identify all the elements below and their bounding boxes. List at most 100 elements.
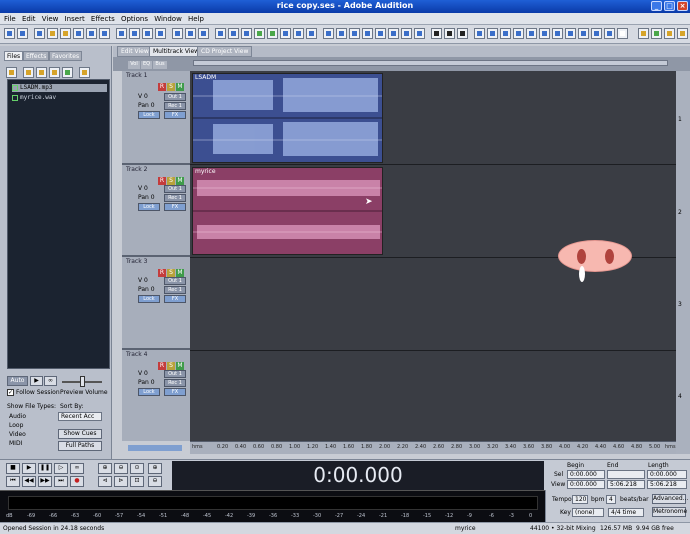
- auto-play-button[interactable]: Auto: [7, 376, 28, 386]
- time-ruler[interactable]: hms 0.20 0.40 0.60 0.80 1.00 1.20 1.40 1…: [190, 441, 676, 454]
- tab-edit-view[interactable]: Edit View: [117, 46, 153, 57]
- beats-field[interactable]: 4: [606, 495, 616, 504]
- tab-bus[interactable]: Bus: [153, 61, 167, 69]
- show-cues-button[interactable]: Show Cues: [58, 429, 102, 439]
- fx-button[interactable]: FX: [164, 203, 186, 211]
- toolbar-tool-icon[interactable]: [34, 28, 45, 39]
- list-item[interactable]: LSADM.mp3: [12, 84, 107, 92]
- mute-button[interactable]: M: [176, 362, 184, 370]
- solo-button[interactable]: S: [167, 269, 175, 277]
- go-to-start-button[interactable]: ⏮: [6, 476, 20, 487]
- insert-icon[interactable]: [49, 67, 60, 78]
- toolbar-tool-icon[interactable]: [267, 28, 278, 39]
- record-input-button[interactable]: Rec 1: [164, 286, 186, 294]
- record-arm-button[interactable]: R: [158, 177, 166, 185]
- toolbar-tool-icon[interactable]: [500, 28, 511, 39]
- fx-button[interactable]: FX: [164, 295, 186, 303]
- play-preview-button[interactable]: ▶: [30, 376, 43, 386]
- toolbar-tool-icon[interactable]: [73, 28, 84, 39]
- mute-button[interactable]: M: [176, 269, 184, 277]
- menu-insert[interactable]: Insert: [65, 15, 85, 23]
- tab-vol[interactable]: Vol: [128, 61, 140, 69]
- metronome-button[interactable]: Metronome: [652, 507, 687, 517]
- toolbar-tool-icon[interactable]: [651, 28, 662, 39]
- toolbar-tool-icon[interactable]: [638, 28, 649, 39]
- toolbar-tool-icon[interactable]: [198, 28, 209, 39]
- zoom-full-icon[interactable]: ⊙: [130, 463, 144, 474]
- menu-file[interactable]: File: [4, 15, 16, 23]
- pan-control[interactable]: Pan 0: [138, 379, 155, 386]
- toolbar-tool-icon[interactable]: [323, 28, 334, 39]
- open-file-icon[interactable]: [6, 67, 17, 78]
- play-from-cursor-button[interactable]: ▷: [54, 463, 68, 474]
- preview-volume-thumb[interactable]: [80, 376, 85, 387]
- zoom-in-vertical-icon[interactable]: ⊕: [148, 463, 162, 474]
- filetype-midi[interactable]: MIDI: [9, 440, 22, 447]
- toolbar-tool-icon[interactable]: [487, 28, 498, 39]
- tab-effects[interactable]: Effects: [23, 51, 50, 61]
- menu-edit[interactable]: Edit: [22, 15, 36, 23]
- toolbar-tool-icon[interactable]: [591, 28, 602, 39]
- toolbar-tool-icon[interactable]: [254, 28, 265, 39]
- tempo-field[interactable]: 120: [572, 495, 588, 504]
- toolbar-tool-icon[interactable]: [388, 28, 399, 39]
- toolbar-tool-icon[interactable]: [565, 28, 576, 39]
- edit-file-icon[interactable]: [62, 67, 73, 78]
- close-file-icon[interactable]: [36, 67, 47, 78]
- sort-by-select[interactable]: Recent Acc: [58, 412, 102, 421]
- zoom-selection-icon[interactable]: ⊡: [130, 476, 144, 487]
- loop-button[interactable]: ∞: [70, 463, 84, 474]
- loop-preview-button[interactable]: ∞: [44, 376, 57, 386]
- toolbar-tool-icon[interactable]: [414, 28, 425, 39]
- toolbar-tool-icon[interactable]: [552, 28, 563, 39]
- play-button[interactable]: ▶: [22, 463, 36, 474]
- solo-button[interactable]: S: [167, 177, 175, 185]
- go-to-end-button[interactable]: ⏭: [54, 476, 68, 487]
- pan-control[interactable]: Pan 0: [138, 102, 155, 109]
- lock-button[interactable]: Lock: [138, 111, 160, 119]
- tab-favorites[interactable]: Favorites: [49, 51, 83, 61]
- toolbar-tool-icon[interactable]: [215, 28, 226, 39]
- sel-begin-field[interactable]: 0:00.000: [567, 470, 605, 479]
- toolbar-tool-icon[interactable]: [474, 28, 485, 39]
- sel-length-field[interactable]: 0:00.000: [647, 470, 687, 479]
- toolbar-tool-icon[interactable]: [306, 28, 317, 39]
- track-header[interactable]: Track 3 R S M V 0 Out 1 Pan 0 Rec 1 Lock FX: [122, 257, 190, 350]
- output-button[interactable]: Out 1: [164, 370, 186, 378]
- toolbar-tool-icon[interactable]: [17, 28, 28, 39]
- record-input-button[interactable]: Rec 1: [164, 102, 186, 110]
- track-header[interactable]: Track 4 R S M V 0 Out 1 Pan 0 Rec 1 Lock FX: [122, 350, 190, 441]
- toolbar-tool-icon[interactable]: [241, 28, 252, 39]
- toolbar-tool-icon[interactable]: [129, 28, 140, 39]
- toolbar-tool-icon[interactable]: [228, 28, 239, 39]
- output-button[interactable]: Out 1: [164, 93, 186, 101]
- mute-button[interactable]: M: [176, 177, 184, 185]
- toolbar-tool-icon[interactable]: [578, 28, 589, 39]
- lock-button[interactable]: Lock: [138, 388, 160, 396]
- sel-end-field[interactable]: [607, 470, 645, 479]
- toolbar-tool-icon[interactable]: [444, 28, 455, 39]
- toolbar-tool-icon[interactable]: [457, 28, 468, 39]
- volume-control[interactable]: V 0: [138, 277, 148, 284]
- toolbar-tool-icon[interactable]: [172, 28, 183, 39]
- toolbar-tool-icon[interactable]: [336, 28, 347, 39]
- header-scrollbar[interactable]: [128, 445, 182, 451]
- filetype-loop[interactable]: Loop: [9, 422, 23, 429]
- fast-forward-button[interactable]: ▶▶: [38, 476, 52, 487]
- record-input-button[interactable]: Rec 1: [164, 379, 186, 387]
- audio-clip-myrice[interactable]: myrice: [192, 167, 383, 255]
- follow-session-checkbox[interactable]: ✓: [7, 389, 14, 396]
- volume-control[interactable]: V 0: [138, 93, 148, 100]
- rewind-button[interactable]: ◀◀: [22, 476, 36, 487]
- volume-control[interactable]: V 0: [138, 370, 148, 377]
- zoom-left-icon[interactable]: ⊲: [98, 476, 112, 487]
- tab-eq[interactable]: EQ: [141, 61, 152, 69]
- toolbar-tool-icon[interactable]: [4, 28, 15, 39]
- toolbar-tool-icon[interactable]: [155, 28, 166, 39]
- output-button[interactable]: Out 1: [164, 185, 186, 193]
- toolbar-tool-icon[interactable]: [362, 28, 373, 39]
- fx-button[interactable]: FX: [164, 388, 186, 396]
- record-input-button[interactable]: Rec 1: [164, 194, 186, 202]
- zoom-in-horizontal-icon[interactable]: ⊕: [98, 463, 112, 474]
- toolbar-tool-icon[interactable]: [539, 28, 550, 39]
